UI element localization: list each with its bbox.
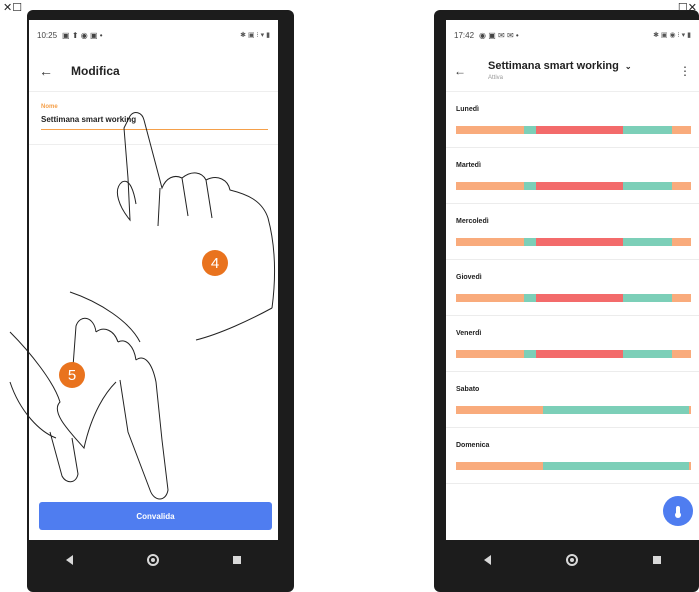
android-nav-bar <box>446 540 699 580</box>
hand-pointer-icon <box>9 291 169 500</box>
schedule-segment <box>456 350 525 358</box>
tutorial-canvas: ✕☐ 10:25 ▣ ⬆ ◉ ▣ • ✱ ▣ ⁝ ▾ ▮ ← Modifica … <box>0 0 699 592</box>
day-list: Lunedì Martedì Mercoledì Giovedì Venerdì Saba… <box>446 92 699 484</box>
schedule-segment <box>524 238 536 246</box>
system-icons: ✱ ▣ ⁝ ▾ ▮ <box>240 32 270 39</box>
android-nav-bar <box>29 540 278 580</box>
nav-recent-icon[interactable] <box>233 556 241 564</box>
corner-close-icon: ✕☐ <box>3 2 23 14</box>
schedule-bar <box>456 406 691 414</box>
schedule-segment <box>524 126 536 134</box>
day-label: Sabato <box>456 386 480 393</box>
schedule-segment <box>524 182 536 190</box>
name-field-label: Nome <box>41 104 58 110</box>
day-label: Giovedì <box>456 274 482 281</box>
day-row[interactable]: Venerdì <box>446 316 699 372</box>
schedule-bar <box>456 350 691 358</box>
schedule-segment <box>456 406 543 414</box>
right-screen: 17:42 ◉ ▣ ✉ ✉ • ✱ ▣ ◉ ⁝ ▾ ▮ ← Settimana … <box>446 20 699 540</box>
schedule-segment <box>535 182 623 190</box>
nav-home-icon[interactable] <box>565 554 578 566</box>
schedule-segment <box>688 462 691 470</box>
day-row[interactable]: Lunedì <box>446 92 699 148</box>
schedule-segment <box>535 294 623 302</box>
schedule-segment <box>622 294 673 302</box>
schedule-segment <box>524 350 536 358</box>
status-icons: ◉ ▣ ✉ ✉ • <box>479 30 519 40</box>
day-label: Lunedì <box>456 106 479 113</box>
schedule-segment <box>672 126 691 134</box>
schedule-segment <box>535 126 623 134</box>
day-row[interactable]: Domenica <box>446 428 699 484</box>
schedule-bar <box>456 182 691 190</box>
day-label: Venerdì <box>456 330 482 337</box>
schedule-segment <box>524 294 536 302</box>
day-row[interactable]: Martedì <box>446 148 699 204</box>
day-row[interactable]: Mercoledì <box>446 204 699 260</box>
day-row[interactable]: Sabato <box>446 372 699 428</box>
schedule-segment <box>688 406 691 414</box>
day-row[interactable]: Giovedì <box>446 260 699 316</box>
app-bar: ← Settimana smart working ⌄ Attiva ⋮ <box>446 50 699 92</box>
schedule-segment <box>622 182 673 190</box>
page-title: Modifica <box>71 63 120 78</box>
schedule-segment <box>622 126 673 134</box>
right-phone: ☐✕ 17:42 ◉ ▣ ✉ ✉ • ✱ ▣ ◉ ⁝ ▾ ▮ ← Settima… <box>434 2 699 592</box>
schedule-segment <box>542 462 689 470</box>
schedule-segment <box>456 238 525 246</box>
nav-back-icon[interactable] <box>483 555 491 565</box>
status-bar: 17:42 ◉ ▣ ✉ ✉ • ✱ ▣ ◉ ⁝ ▾ ▮ <box>446 20 699 50</box>
day-label: Domenica <box>456 442 490 449</box>
schedule-bar <box>456 126 691 134</box>
back-arrow-icon[interactable]: ← <box>454 64 476 78</box>
schedule-segment <box>456 462 543 470</box>
schedule-segment <box>622 350 673 358</box>
schedule-segment <box>542 406 689 414</box>
schedule-bar <box>456 294 691 302</box>
app-bar: ← Modifica <box>29 50 278 92</box>
schedule-status: Attiva <box>488 75 504 81</box>
schedule-segment <box>456 294 525 302</box>
nav-recent-icon[interactable] <box>653 556 662 564</box>
schedule-segment <box>672 350 691 358</box>
status-time: 17:42 <box>454 30 475 40</box>
schedule-segment <box>672 238 691 246</box>
chevron-down-icon[interactable]: ⌄ <box>625 62 632 71</box>
more-options-icon[interactable]: ⋮ <box>679 64 691 78</box>
day-label: Mercoledì <box>456 218 489 225</box>
back-arrow-icon[interactable]: ← <box>39 63 61 79</box>
nav-back-icon[interactable] <box>66 555 73 565</box>
schedule-segment <box>535 350 623 358</box>
system-icons: ✱ ▣ ◉ ⁝ ▾ ▮ <box>653 32 691 39</box>
schedule-bar <box>456 238 691 246</box>
schedule-segment <box>622 238 673 246</box>
day-label: Martedì <box>456 162 481 169</box>
thermometer-icon <box>675 506 681 518</box>
nav-home-icon[interactable] <box>147 554 159 566</box>
status-icons: ▣ ⬆ ◉ ▣ • <box>62 30 103 40</box>
status-time: 10:25 <box>37 30 58 40</box>
step-number: 5 <box>59 362 85 388</box>
schedule-bar <box>456 462 691 470</box>
schedule-title[interactable]: Settimana smart working <box>488 60 619 72</box>
corner-edit-close-icon: ☐✕ <box>677 2 697 14</box>
status-bar: 10:25 ▣ ⬆ ◉ ▣ • ✱ ▣ ⁝ ▾ ▮ <box>29 20 278 50</box>
thermometer-fab-button[interactable] <box>663 496 693 526</box>
schedule-segment <box>456 126 525 134</box>
schedule-segment <box>456 182 525 190</box>
schedule-segment <box>672 182 691 190</box>
step-number: 4 <box>202 250 228 276</box>
schedule-segment <box>672 294 691 302</box>
schedule-segment <box>535 238 623 246</box>
